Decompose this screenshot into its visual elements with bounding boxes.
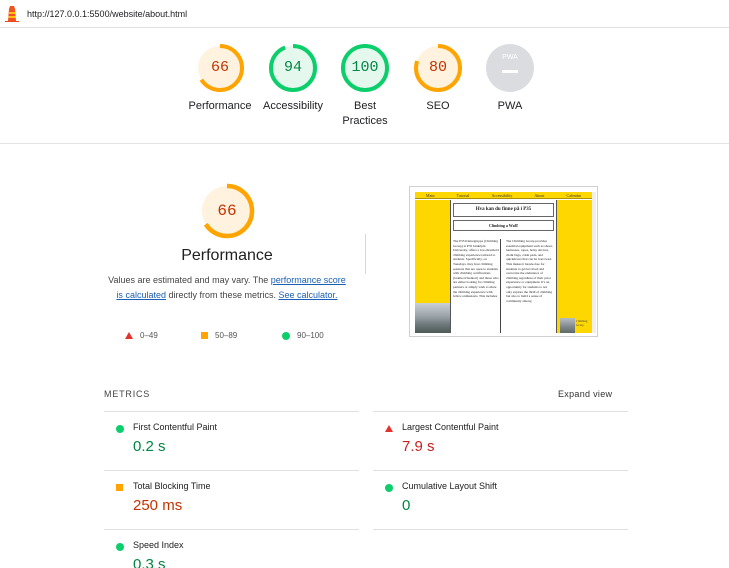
thumb-subheading: Climbing a Wall!	[453, 220, 554, 231]
metric-label: First Contentful Paint	[133, 422, 218, 432]
performance-score-gauge: 66	[198, 182, 256, 240]
performance-score: 66	[217, 202, 237, 220]
gauge-label-line1: Best	[353, 100, 376, 112]
final-screenshot-thumbnail[interactable]: Main Tutorial Accessibility About Calend…	[409, 186, 598, 337]
metric-divider	[104, 411, 359, 412]
metric-divider	[104, 529, 359, 530]
thumb-nav-item: Main	[426, 192, 435, 198]
metric-divider	[104, 470, 359, 471]
metric-label: Speed Index	[133, 540, 184, 550]
thumb-navbar: Main Tutorial Accessibility About Calend…	[415, 192, 592, 199]
thumb-nav-item: Calendar	[566, 192, 581, 198]
gauge-score: 94	[283, 59, 302, 76]
vertical-divider	[365, 234, 366, 274]
legend-range: 50–89	[215, 331, 238, 340]
thumb-nav-item: About	[534, 192, 545, 198]
legend-range: 90–100	[297, 331, 324, 340]
gauge-label-line2: Practices	[342, 115, 388, 127]
square-orange-icon	[201, 332, 208, 339]
thumb-nav-item: Accessibility	[491, 192, 513, 198]
legend-fail: 0–49	[125, 331, 158, 340]
metric-value: 0.3 s	[133, 556, 166, 568]
metrics-header: METRICS	[104, 389, 151, 399]
metric-divider	[373, 470, 628, 471]
triangle-red-icon	[385, 425, 393, 432]
metric-divider	[373, 529, 628, 530]
gauge-score: 100	[351, 59, 379, 76]
legend-average: 50–89	[201, 331, 237, 340]
metric-label: Total Blocking Time	[133, 481, 211, 491]
thumb-scrollbar	[592, 192, 596, 333]
gauge-label: PWA	[497, 100, 523, 112]
thumb-heading: Hva kan du finne på i P35	[453, 203, 554, 217]
thumb-text-column: The Climbing Group provides essential eq…	[506, 239, 553, 303]
performance-title: Performance	[181, 247, 273, 264]
thumb-side-note: Climbing Group	[576, 319, 588, 327]
legend-range: 0–49	[140, 331, 158, 340]
gauge-score: 66	[210, 59, 229, 76]
note-text: directly from these metrics.	[165, 290, 279, 300]
metric-value: 7.9 s	[402, 438, 435, 455]
circle-green-icon	[116, 425, 124, 433]
legend-pass: 90–100	[282, 331, 324, 340]
lighthouse-logo-icon	[5, 6, 19, 22]
thumb-small-photo	[560, 318, 575, 333]
metric-label: Largest Contentful Paint	[402, 422, 499, 432]
expand-view-toggle[interactable]: Expand view	[558, 389, 612, 399]
square-orange-icon	[116, 484, 123, 491]
triangle-red-icon	[125, 332, 133, 339]
see-calculator-link[interactable]: See calculator.	[279, 290, 338, 300]
category-gauge-pwa[interactable]: PWA PWA	[465, 43, 555, 114]
metric-value: 0.2 s	[133, 438, 166, 455]
performance-note: Values are estimated and may vary. The p…	[107, 273, 347, 303]
thumb-nav-item: Tutorial	[456, 192, 470, 198]
thumb-building-photo	[415, 303, 450, 333]
note-text: Values are estimated and may vary. The	[108, 275, 271, 285]
metric-value: 0	[402, 497, 411, 514]
circle-green-icon	[116, 543, 124, 551]
page-url[interactable]: http://127.0.0.1:5500/website/about.html	[27, 9, 187, 19]
circle-green-icon	[385, 484, 393, 492]
url-bar: http://127.0.0.1:5500/website/about.html	[0, 0, 729, 28]
circle-green-icon	[282, 331, 290, 340]
thumb-text-column: The P35 Klatregruppa (Climbing Group) at…	[453, 239, 501, 333]
metric-divider	[373, 411, 628, 412]
metric-value: 250 ms	[133, 497, 183, 514]
gauge-score: 80	[428, 59, 447, 76]
metric-label: Cumulative Layout Shift	[402, 481, 498, 491]
thumb-right-panel	[557, 200, 592, 333]
gauge-score: PWA	[502, 54, 518, 61]
section-divider	[0, 143, 729, 144]
